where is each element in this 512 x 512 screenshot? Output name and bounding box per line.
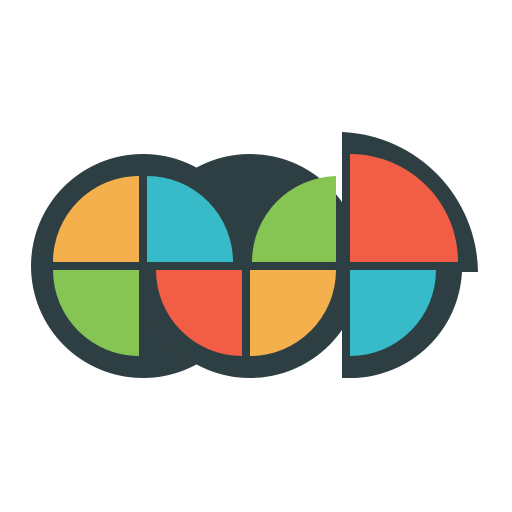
app-icon-canvas	[0, 0, 512, 512]
petal-red-right-top	[350, 154, 458, 262]
logo-mark	[31, 132, 478, 378]
